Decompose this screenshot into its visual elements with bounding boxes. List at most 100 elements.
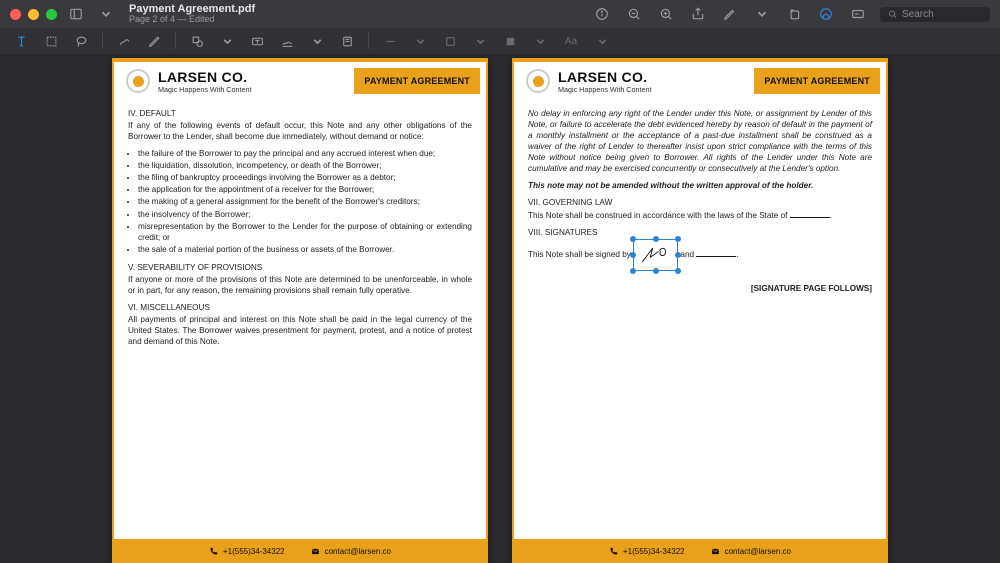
markup-pencil-icon[interactable]	[720, 3, 740, 25]
section-4-title: IV. DEFAULT	[128, 108, 472, 119]
section-8-title: VIII. SIGNATURES	[528, 227, 872, 238]
company-name: LARSEN CO.	[158, 69, 346, 85]
page-header: LARSEN CO. Magic Happens With Content PA…	[114, 62, 486, 100]
page-body: IV. DEFAULT If any of the following even…	[114, 100, 486, 539]
chevron-down-icon[interactable]	[95, 3, 117, 25]
phone-icon	[209, 547, 218, 556]
shapes-tool[interactable]	[186, 31, 208, 51]
section-7-body-pre: This Note shall be construed in accordan…	[528, 211, 790, 220]
page-3: LARSEN CO. Magic Happens With Content PA…	[512, 58, 888, 563]
signature-annotation[interactable]	[633, 239, 678, 271]
section-7-body: This Note shall be construed in accordan…	[528, 210, 872, 221]
footer-phone: +1(555)34-34322	[209, 547, 285, 556]
border-style-tool[interactable]	[379, 31, 401, 51]
draw-tool[interactable]	[143, 31, 165, 51]
fill-chevron-down-icon[interactable]	[529, 31, 551, 51]
sidebar-toggle-icon[interactable]	[65, 3, 87, 25]
section-6-title: VI. MISCELLANEOUS	[128, 302, 472, 313]
document-viewport[interactable]: LARSEN CO. Magic Happens With Content PA…	[0, 54, 1000, 563]
text-selection-tool[interactable]	[10, 31, 32, 51]
note-tool[interactable]	[336, 31, 358, 51]
shapes-chevron-down-icon[interactable]	[216, 31, 238, 51]
page-2: LARSEN CO. Magic Happens With Content PA…	[112, 58, 488, 563]
text-tool[interactable]	[246, 31, 268, 51]
footer-email: contact@larsen.co	[311, 547, 391, 556]
footer-email-text: contact@larsen.co	[725, 547, 791, 556]
sign-tool[interactable]	[276, 31, 298, 51]
second-signer-blank	[696, 256, 736, 257]
list-item: the filing of bankruptcy proceedings inv…	[138, 172, 472, 183]
section-5-body: If anyone or more of the provisions of t…	[128, 274, 472, 296]
share-icon[interactable]	[688, 3, 708, 25]
mail-icon	[711, 547, 720, 556]
window-controls	[10, 9, 57, 20]
stroke-chevron-down-icon[interactable]	[469, 31, 491, 51]
section-8-pre: This Note shall be signed by	[528, 250, 633, 259]
search-box[interactable]	[880, 7, 990, 22]
page-header: LARSEN CO. Magic Happens With Content PA…	[514, 62, 886, 100]
section-8-mid: and	[680, 250, 696, 259]
footer-phone-text: +1(555)34-34322	[623, 547, 685, 556]
stroke-color-tool[interactable]	[439, 31, 461, 51]
close-window-button[interactable]	[10, 9, 21, 20]
state-blank	[790, 217, 830, 218]
footer-email-text: contact@larsen.co	[325, 547, 391, 556]
company-tagline: Magic Happens With Content	[158, 85, 346, 94]
company-name: LARSEN CO.	[558, 69, 746, 85]
maximize-window-button[interactable]	[46, 9, 57, 20]
markup-toolbar: Aa	[0, 28, 1000, 54]
section-6-body: All payments of principal and interest o…	[128, 314, 472, 347]
sketch-tool[interactable]	[113, 31, 135, 51]
markup-chevron-down-icon[interactable]	[752, 3, 772, 25]
title-block: Payment Agreement.pdf Page 2 of 4 — Edit…	[129, 3, 255, 25]
section-4-bullets: the failure of the Borrower to pay the p…	[138, 148, 472, 255]
signature-glyph	[639, 243, 673, 267]
list-item: the making of a general assignment for t…	[138, 196, 472, 207]
document-subtitle: Page 2 of 4 — Edited	[129, 15, 255, 25]
section-7-body-post: .	[830, 211, 832, 220]
section-5-title: V. SEVERABILITY OF PROVISIONS	[128, 262, 472, 273]
footer-email: contact@larsen.co	[711, 547, 791, 556]
page-footer: +1(555)34-34322 contact@larsen.co	[114, 539, 486, 563]
company-logo	[126, 69, 150, 93]
section-8-post: .	[736, 250, 738, 259]
amend-line: This note may not be amended without the…	[528, 180, 872, 191]
fill-color-tool[interactable]	[499, 31, 521, 51]
signature-page-follows: [SIGNATURE PAGE FOLLOWS]	[528, 283, 872, 294]
list-item: the failure of the Borrower to pay the p…	[138, 148, 472, 159]
titlebar: Payment Agreement.pdf Page 2 of 4 — Edit…	[0, 0, 1000, 28]
list-item: the application for the appointment of a…	[138, 184, 472, 195]
annotate-icon[interactable]	[816, 3, 836, 25]
company-tagline: Magic Happens With Content	[558, 85, 746, 94]
search-icon	[888, 9, 897, 19]
titlebar-right	[592, 3, 990, 25]
section-4-intro: If any of the following events of defaul…	[128, 120, 472, 142]
border-chevron-down-icon[interactable]	[409, 31, 431, 51]
minimize-window-button[interactable]	[28, 9, 39, 20]
rotate-icon[interactable]	[784, 3, 804, 25]
section-7-title: VII. GOVERNING LAW	[528, 197, 872, 208]
page-footer: +1(555)34-34322 contact@larsen.co	[514, 539, 886, 563]
search-input[interactable]	[902, 9, 982, 20]
list-item: the sale of a material portion of the bu…	[138, 244, 472, 255]
footer-phone-text: +1(555)34-34322	[223, 547, 285, 556]
form-icon[interactable]	[848, 3, 868, 25]
list-item: misrepresentation by the Borrower to the…	[138, 221, 472, 243]
lasso-tool[interactable]	[70, 31, 92, 51]
phone-icon	[609, 547, 618, 556]
list-item: the insolvency of the Borrower;	[138, 209, 472, 220]
header-badge: PAYMENT AGREEMENT	[754, 68, 880, 94]
rect-select-tool[interactable]	[40, 31, 62, 51]
font-chevron-down-icon[interactable]	[591, 31, 613, 51]
section-8-body: This Note shall be signed by and .	[528, 239, 872, 271]
mail-icon	[311, 547, 320, 556]
list-item: the liquidation, dissolution, incompeten…	[138, 160, 472, 171]
zoom-in-icon[interactable]	[656, 3, 676, 25]
page-body: No delay in enforcing any right of the L…	[514, 100, 886, 539]
sign-chevron-down-icon[interactable]	[306, 31, 328, 51]
info-icon[interactable]	[592, 3, 612, 25]
misc-italic-paragraph: No delay in enforcing any right of the L…	[528, 108, 872, 174]
header-badge: PAYMENT AGREEMENT	[354, 68, 480, 94]
font-tool[interactable]: Aa	[559, 31, 583, 51]
zoom-out-icon[interactable]	[624, 3, 644, 25]
